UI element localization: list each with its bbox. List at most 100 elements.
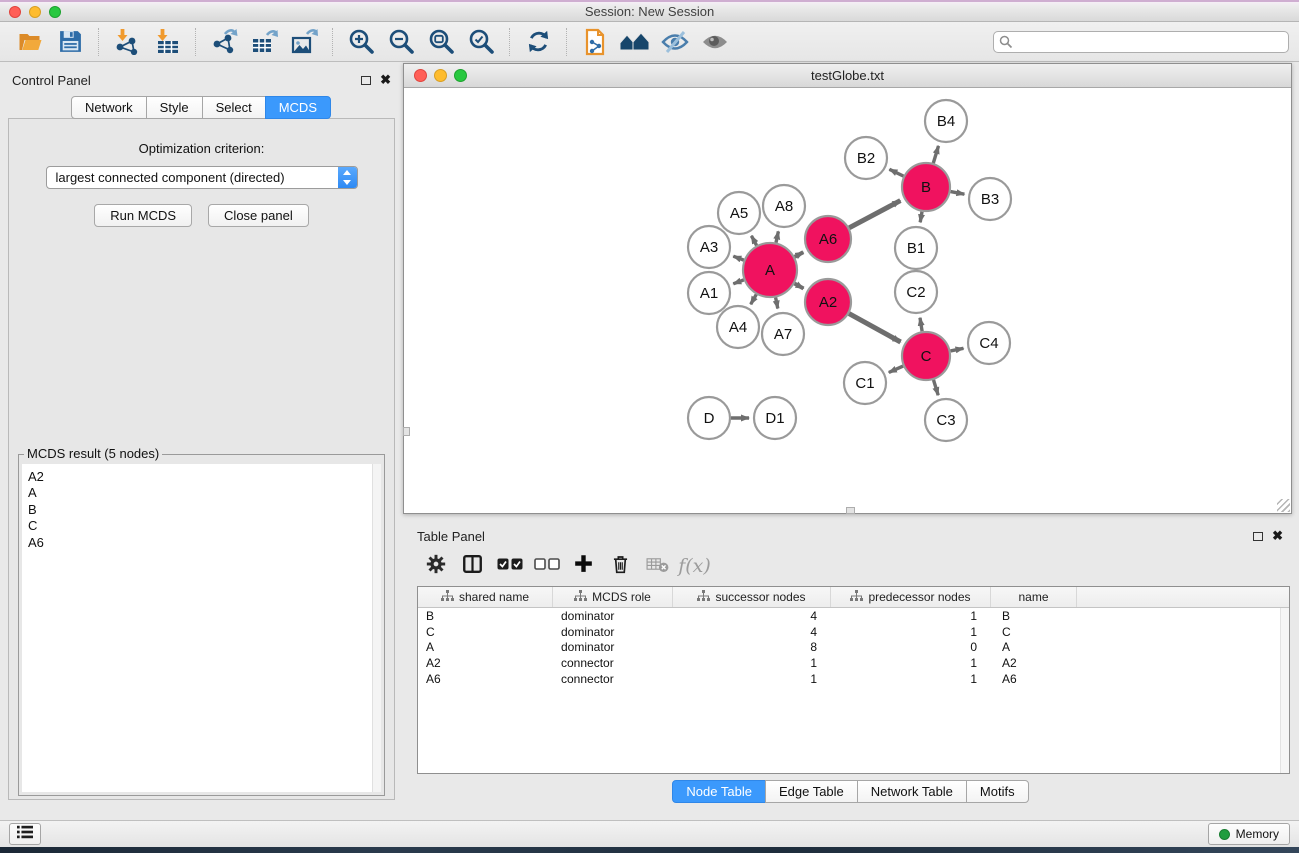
result-item[interactable]: A6 bbox=[28, 535, 381, 551]
search-input[interactable] bbox=[993, 31, 1289, 53]
mcds-result-group: MCDS result (5 nodes) A2ABCA6 bbox=[18, 454, 385, 796]
graph-node-B[interactable]: B bbox=[902, 163, 950, 211]
tab-edge-table[interactable]: Edge Table bbox=[765, 780, 858, 803]
graph-node-C3[interactable]: C3 bbox=[925, 399, 967, 441]
svg-text:C1: C1 bbox=[855, 375, 874, 392]
open-session-button[interactable] bbox=[13, 26, 47, 58]
column-header-shared-name[interactable]: shared name bbox=[418, 587, 553, 607]
tab-style[interactable]: Style bbox=[146, 96, 203, 119]
close-panel-icon[interactable]: ✖ bbox=[380, 75, 391, 85]
tab-node-table[interactable]: Node Table bbox=[672, 780, 766, 803]
network-window-titlebar[interactable]: testGlobe.txt bbox=[404, 64, 1291, 88]
zoom-fit-button[interactable] bbox=[424, 26, 458, 58]
refresh-button[interactable] bbox=[521, 26, 555, 58]
graph-node-C4[interactable]: C4 bbox=[968, 322, 1010, 364]
function-builder-button[interactable]: f(x) bbox=[676, 555, 713, 577]
select-all-button[interactable] bbox=[491, 557, 528, 576]
column-header-name[interactable]: name bbox=[991, 587, 1077, 607]
graph-node-A6[interactable]: A6 bbox=[805, 216, 851, 262]
svg-text:A3: A3 bbox=[700, 239, 718, 256]
column-selector-button[interactable] bbox=[454, 553, 491, 580]
optimization-criterion-label: Optimization criterion: bbox=[139, 141, 265, 156]
mcds-result-list[interactable]: A2ABCA6 bbox=[22, 464, 381, 792]
add-column-button[interactable] bbox=[565, 553, 602, 579]
svg-text:C2: C2 bbox=[906, 284, 925, 301]
table-scrollbar[interactable] bbox=[1280, 608, 1289, 773]
float-panel-icon[interactable] bbox=[361, 76, 371, 85]
deselect-all-button[interactable] bbox=[528, 557, 565, 576]
save-session-button[interactable] bbox=[53, 26, 87, 58]
graph-node-D1[interactable]: D1 bbox=[754, 397, 796, 439]
table-row[interactable]: Bdominator41B bbox=[418, 608, 1289, 624]
export-table-button[interactable] bbox=[247, 26, 281, 58]
memory-button[interactable]: Memory bbox=[1208, 823, 1290, 845]
table-options-button[interactable] bbox=[417, 553, 454, 580]
network-canvas[interactable]: B4 B2 B B3 A5A8A6 A3 B1 A A1 C2 A2 A4A7 C4 C C1 C3 D D1 bbox=[404, 88, 1291, 512]
close-table-panel-icon[interactable]: ✖ bbox=[1272, 531, 1283, 541]
table-row[interactable]: Cdominator41C bbox=[418, 624, 1289, 640]
result-item[interactable]: A bbox=[28, 485, 381, 501]
graph-edge-A2-C bbox=[849, 314, 901, 342]
graph-node-A7[interactable]: A7 bbox=[762, 313, 804, 355]
titlebar: Session: New Session bbox=[0, 0, 1299, 22]
graph-node-B2[interactable]: B2 bbox=[845, 137, 887, 179]
graph-node-A5[interactable]: A5 bbox=[718, 192, 760, 234]
delete-table-button[interactable] bbox=[639, 555, 676, 578]
table-row[interactable]: Adominator80A bbox=[418, 640, 1289, 656]
graph-node-A8[interactable]: A8 bbox=[763, 185, 805, 227]
graph-node-B4[interactable]: B4 bbox=[925, 100, 967, 142]
graph-node-D[interactable]: D bbox=[688, 397, 730, 439]
result-scrollbar[interactable] bbox=[372, 464, 381, 792]
first-neighbors-button[interactable] bbox=[618, 26, 652, 58]
import-table-button[interactable] bbox=[150, 26, 184, 58]
delete-column-button[interactable] bbox=[602, 553, 639, 580]
tab-select[interactable]: Select bbox=[202, 96, 266, 119]
graph-node-A4[interactable]: A4 bbox=[717, 306, 759, 348]
zoom-selected-button[interactable] bbox=[464, 26, 498, 58]
tab-mcds[interactable]: MCDS bbox=[265, 96, 331, 119]
tab-network-table[interactable]: Network Table bbox=[857, 780, 967, 803]
left-resize-stub[interactable] bbox=[403, 427, 410, 436]
close-panel-button[interactable]: Close panel bbox=[208, 204, 309, 227]
graph-edge-B-B2 bbox=[889, 169, 903, 176]
column-header-predecessor-nodes[interactable]: predecessor nodes bbox=[831, 587, 991, 607]
run-mcds-button[interactable]: Run MCDS bbox=[94, 204, 192, 227]
hide-selected-button[interactable] bbox=[658, 26, 692, 58]
show-all-button[interactable] bbox=[698, 26, 732, 58]
resize-grip[interactable] bbox=[1277, 499, 1290, 512]
criterion-select[interactable]: largest connected component (directed) bbox=[46, 166, 358, 189]
tab-motifs[interactable]: Motifs bbox=[966, 780, 1029, 803]
gear-icon bbox=[425, 553, 447, 580]
graph-node-B3[interactable]: B3 bbox=[969, 178, 1011, 220]
graph-node-A1[interactable]: A1 bbox=[688, 272, 730, 314]
graph-node-A[interactable]: A bbox=[743, 243, 797, 297]
svg-text:A: A bbox=[765, 262, 775, 279]
graph-node-C[interactable]: C bbox=[902, 332, 950, 380]
table-row[interactable]: A6connector11A6 bbox=[418, 671, 1289, 687]
float-table-panel-icon[interactable] bbox=[1253, 532, 1263, 541]
bottom-resize-stub[interactable] bbox=[846, 507, 855, 514]
tab-network[interactable]: Network bbox=[71, 96, 147, 119]
table-row[interactable]: A2connector11A2 bbox=[418, 655, 1289, 671]
attribute-icon bbox=[441, 590, 454, 605]
graph-node-C2[interactable]: C2 bbox=[895, 271, 937, 313]
search-field-wrap bbox=[993, 31, 1289, 53]
result-item[interactable]: B bbox=[28, 502, 381, 518]
result-item[interactable]: C bbox=[28, 518, 381, 534]
export-network-button[interactable] bbox=[207, 26, 241, 58]
zoom-fit-icon bbox=[428, 28, 455, 55]
import-network-button[interactable] bbox=[110, 26, 144, 58]
clone-network-button[interactable] bbox=[578, 26, 612, 58]
column-header-successor-nodes[interactable]: successor nodes bbox=[673, 587, 831, 607]
zoom-out-button[interactable] bbox=[384, 26, 418, 58]
graph-node-B1[interactable]: B1 bbox=[895, 227, 937, 269]
graph-node-A3[interactable]: A3 bbox=[688, 226, 730, 268]
column-header-filler bbox=[1077, 587, 1289, 607]
export-image-button[interactable] bbox=[287, 26, 321, 58]
result-item[interactable]: A2 bbox=[28, 469, 381, 485]
graph-node-A2[interactable]: A2 bbox=[805, 279, 851, 325]
graph-node-C1[interactable]: C1 bbox=[844, 362, 886, 404]
zoom-in-button[interactable] bbox=[344, 26, 378, 58]
column-header-MCDS-role[interactable]: MCDS role bbox=[553, 587, 673, 607]
task-history-button[interactable] bbox=[9, 823, 41, 845]
